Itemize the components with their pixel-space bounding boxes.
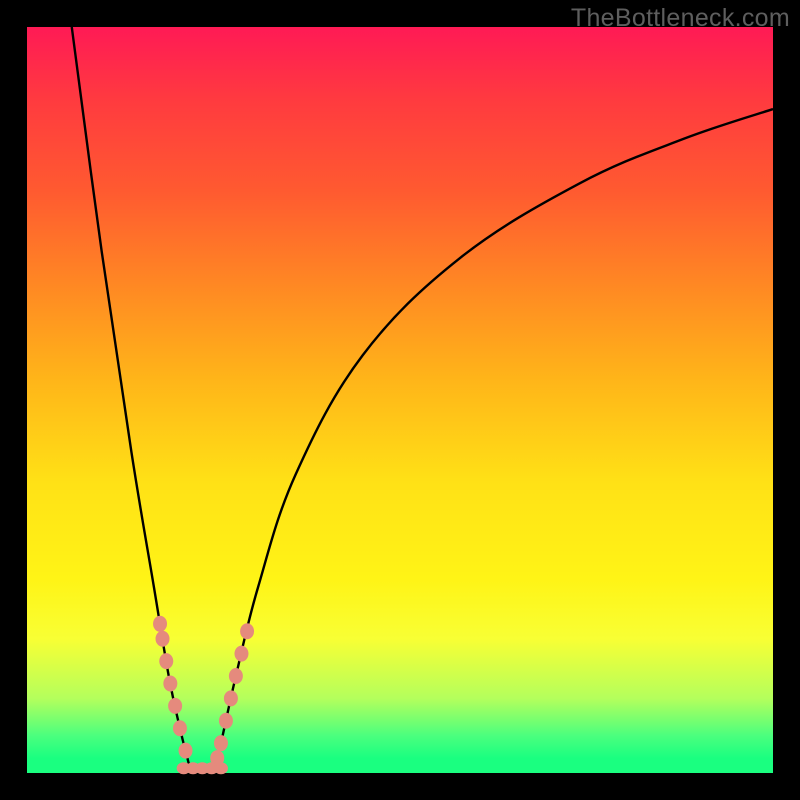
highlight-dot [156,631,170,647]
highlight-dot [210,750,224,766]
curve-right-branch [214,109,774,773]
highlight-dot [219,713,233,729]
chart-frame: TheBottleneck.com [0,0,800,800]
highlight-dot [168,698,182,714]
highlight-dot [224,690,238,706]
highlight-dot [240,623,254,639]
highlight-dot [234,646,248,662]
highlight-dot [214,735,228,751]
highlight-dot [153,616,167,632]
plot-area [27,27,773,773]
highlight-dot [159,653,173,669]
highlight-dot [179,743,193,759]
highlight-dot [229,668,243,684]
highlight-dots [153,616,254,774]
bottleneck-curve [27,27,773,773]
highlight-dot [163,675,177,691]
highlight-dot [173,720,187,736]
watermark-text: TheBottleneck.com [571,4,790,33]
